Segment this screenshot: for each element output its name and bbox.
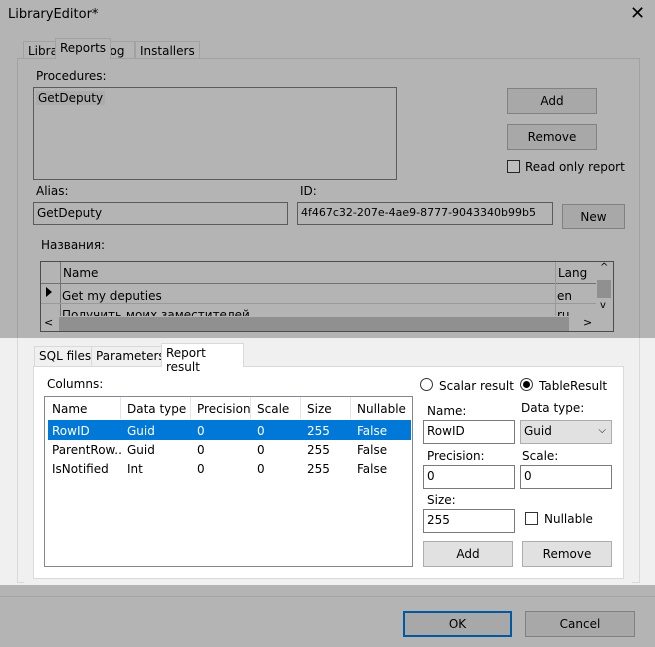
- scroll-left-icon[interactable]: <: [44, 316, 53, 329]
- grid-header: [41, 262, 596, 284]
- column-row-cell[interactable]: 0: [257, 424, 265, 438]
- alias-label: Alias:: [36, 184, 69, 198]
- names-grid[interactable]: Name Lang Get my deputies en Получить мо…: [40, 261, 614, 332]
- name-label: Name:: [427, 404, 467, 418]
- scroll-thumb[interactable]: [597, 280, 611, 298]
- tab-parameters[interactable]: Parameters: [91, 346, 170, 367]
- scalar-result-radio[interactable]: [420, 378, 433, 391]
- close-icon[interactable]: ✕: [630, 4, 645, 24]
- tab-report-result[interactable]: Report result: [161, 343, 244, 374]
- table-result-label: TableResult: [539, 379, 608, 393]
- window-title: LibraryEditor*: [8, 7, 99, 22]
- ok-button[interactable]: OK: [403, 611, 512, 637]
- tab-installers[interactable]: Installers: [135, 41, 200, 58]
- column-row-cell[interactable]: IsNotified: [52, 462, 122, 476]
- read-only-checkbox[interactable]: [507, 160, 520, 173]
- scroll-down-icon[interactable]: v: [600, 300, 606, 311]
- column-header-name[interactable]: Name: [52, 402, 87, 416]
- grid-cell-lang[interactable]: en: [557, 289, 572, 303]
- horizontal-scrollbar[interactable]: < >: [41, 316, 613, 331]
- procedures-label: Procedures:: [36, 69, 107, 83]
- current-row-icon: [46, 287, 52, 297]
- column-row-cell[interactable]: 0: [257, 462, 265, 476]
- data-type-value: Guid: [524, 424, 552, 438]
- tab-sql-files[interactable]: SQL files: [34, 346, 97, 367]
- remove-procedure-button[interactable]: Remove: [507, 124, 597, 150]
- precision-input[interactable]: 0: [423, 465, 515, 489]
- column-row-cell[interactable]: 0: [197, 424, 205, 438]
- nullable-checkbox[interactable]: [525, 512, 538, 525]
- nullable-label: Nullable: [544, 512, 593, 526]
- column-row-cell[interactable]: Int: [127, 462, 143, 476]
- column-row-cell[interactable]: 255: [307, 424, 330, 438]
- names-label: Названия:: [41, 238, 106, 252]
- size-input[interactable]: 255: [423, 509, 515, 533]
- header-lang[interactable]: Lang: [558, 266, 587, 280]
- column-header-precision[interactable]: Precision: [197, 402, 251, 416]
- column-row-cell[interactable]: 0: [197, 443, 205, 457]
- scroll-up-icon[interactable]: ^: [600, 262, 608, 273]
- table-result-radio[interactable]: [520, 378, 533, 391]
- column-header-nullable[interactable]: Nullable: [357, 402, 406, 416]
- column-header-scale[interactable]: Scale: [257, 402, 289, 416]
- columns-label: Columns:: [47, 377, 104, 391]
- add-procedure-button[interactable]: Add: [507, 88, 597, 114]
- vertical-scrollbar[interactable]: ^ v: [596, 262, 613, 316]
- column-row-cell[interactable]: 255: [307, 462, 330, 476]
- scale-input[interactable]: 0: [520, 465, 612, 489]
- id-label: ID:: [300, 184, 317, 198]
- tab-reports[interactable]: Reports: [55, 38, 112, 59]
- precision-label: Precision:: [427, 449, 485, 463]
- column-row-cell[interactable]: 0: [257, 443, 265, 457]
- id-input[interactable]: 4f467c32-207e-4ae9-8777-9043340b99b5: [297, 202, 553, 225]
- column-row-cell[interactable]: False: [357, 424, 387, 438]
- cancel-button[interactable]: Cancel: [525, 611, 635, 637]
- column-row-cell[interactable]: False: [357, 462, 387, 476]
- data-type-label: Data type:: [521, 401, 585, 415]
- alias-input[interactable]: GetDeputy: [33, 202, 288, 225]
- column-header-data-type[interactable]: Data type: [127, 402, 186, 416]
- procedures-list[interactable]: GetDeputy: [33, 87, 397, 180]
- column-row-cell[interactable]: 255: [307, 443, 330, 457]
- add-column-button[interactable]: Add: [423, 541, 513, 567]
- column-header-size[interactable]: Size: [307, 402, 332, 416]
- size-label: Size:: [427, 493, 456, 507]
- data-type-select[interactable]: Guid ⌵: [520, 420, 612, 444]
- name-input[interactable]: RowID: [423, 420, 515, 444]
- header-name[interactable]: Name: [63, 266, 98, 280]
- scale-label: Scale:: [522, 449, 559, 463]
- chevron-down-icon: ⌵: [598, 425, 606, 436]
- read-only-label: Read only report: [525, 160, 625, 174]
- columns-listview[interactable]: Name Data type Precision Scale Size Nullable R…: [44, 396, 413, 567]
- column-row-cell[interactable]: RowID: [52, 424, 122, 438]
- column-row-cell[interactable]: ParentRow...: [52, 443, 122, 457]
- column-row-cell[interactable]: False: [357, 443, 387, 457]
- column-row-cell[interactable]: 0: [197, 462, 205, 476]
- column-row-cell[interactable]: Guid: [127, 424, 155, 438]
- scroll-right-icon[interactable]: >: [583, 316, 592, 329]
- list-item[interactable]: GetDeputy: [36, 91, 106, 105]
- remove-column-button[interactable]: Remove: [522, 541, 612, 567]
- scroll-thumb[interactable]: [59, 317, 569, 331]
- column-row-cell[interactable]: Guid: [127, 443, 155, 457]
- new-id-button[interactable]: New: [562, 204, 625, 229]
- scalar-result-label: Scalar result: [439, 379, 514, 393]
- grid-cell-name[interactable]: Get my deputies: [62, 289, 162, 303]
